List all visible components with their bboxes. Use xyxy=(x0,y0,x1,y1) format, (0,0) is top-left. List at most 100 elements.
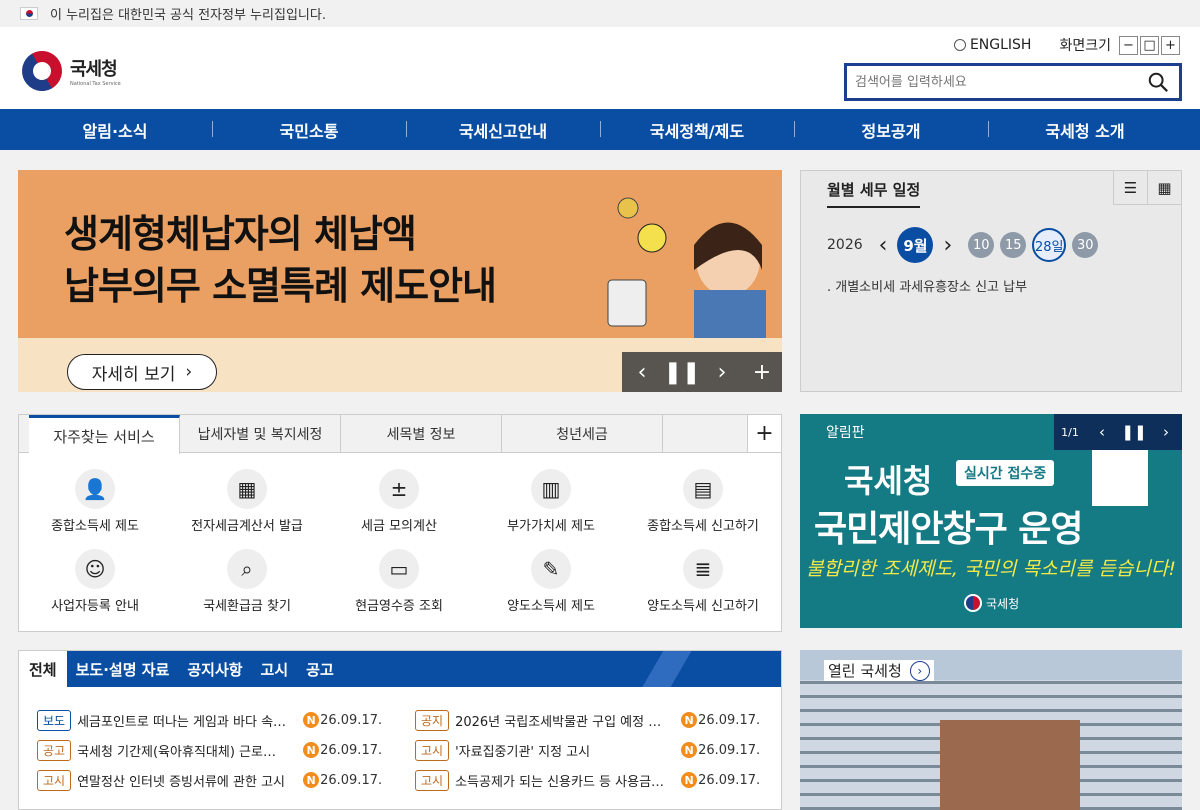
tab-all[interactable]: 전체 xyxy=(19,651,67,687)
service-item[interactable]: ✎ 양도소득세 제도 xyxy=(475,549,627,629)
banner-pause-icon[interactable]: ❚❚ xyxy=(662,352,702,392)
services-tabs: 자주찾는 서비스 납세자별 및 복지세정 세목별 정보 청년세금 + xyxy=(19,415,781,454)
news-title[interactable]: '자료집중기관' 지정 고시 xyxy=(455,741,677,760)
news-badge: 고시 xyxy=(415,739,450,761)
service-item[interactable]: ≣ 양도소득세 신고하기 xyxy=(627,549,779,629)
receipt-icon: ▭ xyxy=(379,549,419,589)
news-title[interactable]: 국세청 기간제(육아휴직대체) 근로… xyxy=(77,741,299,760)
news-row[interactable]: 보도 세금포인트로 떠나는 게임과 바다 속… N 26.09.17. xyxy=(37,709,415,731)
news-row[interactable]: 고시 연말정산 인터넷 증빙서류에 관한 고시 N 26.09.17. xyxy=(37,769,415,791)
notice-page: 1/1 xyxy=(1061,425,1079,439)
service-item[interactable]: ▭ 현금영수증 조회 xyxy=(323,549,475,629)
schedule-day-selected[interactable]: 28일 xyxy=(1032,228,1067,262)
notice-board-label: 알림판 xyxy=(826,425,865,441)
month-next-icon[interactable]: › xyxy=(943,233,952,258)
list-view-icon[interactable]: ☰ xyxy=(1113,171,1147,205)
service-item[interactable]: ☺ 사업자등록 안내 xyxy=(19,549,171,629)
notice-pause-icon[interactable]: ❚❚ xyxy=(1118,414,1150,450)
notice-subtitle: 불합리한 조세제도, 국민의 목소리를 듣습니다! xyxy=(806,558,1176,580)
edit-icon: ✎ xyxy=(531,549,571,589)
notice-logo: 국세청 xyxy=(964,594,1019,612)
taegukgi-flag-icon xyxy=(20,7,38,20)
site-logo[interactable]: 국세청 National Tax Service xyxy=(14,43,121,99)
zoom-out-button[interactable]: − xyxy=(1119,35,1138,55)
news-row[interactable]: 고시 '자료집중기관' 지정 고시 N 26.09.17. xyxy=(415,739,777,761)
tab-youth-tax[interactable]: 청년세금 xyxy=(502,415,663,453)
service-label: 양도소득세 신고하기 xyxy=(647,599,759,614)
schedule-event[interactable]: . 개별소비세 과세유흥장소 신고 납부 xyxy=(827,276,1027,295)
notice-prev-icon[interactable]: ‹ xyxy=(1086,414,1118,450)
news-title[interactable]: 소득공제가 되는 신용카드 등 사용금… xyxy=(455,771,677,790)
service-item[interactable]: ▥ 부가가치세 제도 xyxy=(475,469,627,549)
service-label: 전자세금계산서 발급 xyxy=(191,519,303,534)
tab-notices[interactable]: 공지사항 xyxy=(178,659,251,680)
search-input[interactable] xyxy=(847,66,1137,98)
new-badge: N xyxy=(303,712,320,728)
calendar-icon[interactable]: ▦ xyxy=(1147,171,1181,205)
news-badge: 고시 xyxy=(415,769,450,791)
search-icon[interactable] xyxy=(1147,71,1169,93)
globe-icon xyxy=(953,39,966,51)
zoom-in-button[interactable]: + xyxy=(1161,35,1180,55)
notice-chip: 실시간 접수중 xyxy=(956,460,1055,486)
tab-frequent-services[interactable]: 자주찾는 서비스 xyxy=(29,415,180,454)
news-title[interactable]: 2026년 국립조세박물관 구입 예정 … xyxy=(455,711,677,730)
main-nav: 알림·소식 국민소통 국세신고안내 국세정책/제도 정보공개 국세청 소개 xyxy=(0,109,1200,150)
news-badge: 보도 xyxy=(37,709,72,731)
tab-press[interactable]: 보도·설명 자료 xyxy=(67,659,179,680)
english-link[interactable]: ENGLISH xyxy=(953,37,1031,53)
banner-title-line2: 납부의무 소멸특례 제도안내 xyxy=(64,264,497,308)
service-item[interactable]: ▤ 종합소득세 신고하기 xyxy=(627,469,779,549)
banner-more-icon[interactable]: + xyxy=(742,352,782,392)
chevron-right-icon: › xyxy=(909,660,930,681)
service-item[interactable]: ⌕ 국세환급금 찾기 xyxy=(171,549,323,629)
nav-item-tax-filing[interactable]: 국세신고안내 xyxy=(406,118,600,142)
service-label: 사업자등록 안내 xyxy=(51,599,139,614)
main-banner[interactable]: 생계형체납자의 체납액 납부의무 소멸특례 제도안내 자세히 보기 › ‹ ❚❚ … xyxy=(18,170,782,392)
news-title[interactable]: 세금포인트로 떠나는 게임과 바다 속… xyxy=(77,711,299,730)
open-nts-panel[interactable]: 열린 국세청 › xyxy=(800,650,1182,810)
news-row[interactable]: 고시 소득공제가 되는 신용카드 등 사용금… N 26.09.17. xyxy=(415,769,777,791)
notice-logo-text: 국세청 xyxy=(986,596,1020,611)
nav-item-tax-policy[interactable]: 국세정책/제도 xyxy=(600,118,794,142)
banner-prev-icon[interactable]: ‹ xyxy=(622,352,662,392)
current-month: 9월 xyxy=(897,227,934,263)
service-item[interactable]: 👤 종합소득세 제도 xyxy=(19,469,171,549)
schedule-day[interactable]: 10 xyxy=(968,232,995,258)
banner-title: 생계형체납자의 체납액 납부의무 소멸특례 제도안내 xyxy=(64,208,497,312)
schedule-day[interactable]: 30 xyxy=(1072,232,1099,258)
news-row[interactable]: 공고 국세청 기간제(육아휴직대체) 근로… N 26.09.17. xyxy=(37,739,415,761)
notice-next-icon[interactable]: › xyxy=(1150,414,1182,450)
banner-detail-button[interactable]: 자세히 보기 › xyxy=(67,354,217,390)
nav-item-communication[interactable]: 국민소통 xyxy=(212,118,406,142)
service-item[interactable]: ± 세금 모의계산 xyxy=(323,469,475,549)
news-row[interactable]: 공지 2026년 국립조세박물관 구입 예정 … N 26.09.17. xyxy=(415,709,777,731)
open-nts-label: 열린 국세청 xyxy=(828,662,902,680)
service-item[interactable]: ▦ 전자세금계산서 발급 xyxy=(171,469,323,549)
logo-name-en: National Tax Service xyxy=(70,81,121,87)
schedule-day[interactable]: 15 xyxy=(1000,232,1027,258)
services-more-icon[interactable]: + xyxy=(747,415,781,452)
news-badge: 고시 xyxy=(37,769,72,791)
tab-tax-items[interactable]: 세목별 정보 xyxy=(341,415,502,453)
month-prev-icon[interactable]: ‹ xyxy=(879,233,888,258)
nav-item-about[interactable]: 국세청 소개 xyxy=(988,118,1182,142)
tab-announce[interactable]: 고시 xyxy=(252,659,298,680)
schedule-year: 2026 xyxy=(827,237,863,253)
new-badge: N xyxy=(681,772,698,788)
nav-item-disclosure[interactable]: 정보공개 xyxy=(794,118,988,142)
banner-next-icon[interactable]: › xyxy=(702,352,742,392)
news-date: 26.09.17. xyxy=(320,772,383,788)
open-nts-title[interactable]: 열린 국세청 › xyxy=(824,660,934,681)
tab-taxpayer-welfare[interactable]: 납세자별 및 복지세정 xyxy=(180,415,341,453)
nav-item-news[interactable]: 알림·소식 xyxy=(18,118,212,142)
gov-banner: 이 누리집은 대한민국 공식 전자정부 누리집입니다. xyxy=(0,0,1200,27)
tax-schedule-panel: 월별 세무 일정 ☰ ▦ 2026 ‹ 9월 › 10 15 28일 30 . … xyxy=(800,170,1182,392)
service-label: 현금영수증 조회 xyxy=(355,599,443,614)
news-title[interactable]: 연말정산 인터넷 증빙서류에 관한 고시 xyxy=(77,771,299,790)
tab-public-notice[interactable]: 공고 xyxy=(297,659,343,680)
zoom-reset-button[interactable]: □ xyxy=(1140,35,1159,55)
news-badge: 공지 xyxy=(415,709,450,731)
notice-board[interactable]: 알림판 1/1 ‹ ❚❚ › 국세청 실시간 접수중 국민제안창구 운영 불합리… xyxy=(800,414,1182,628)
new-badge: N xyxy=(681,742,698,758)
